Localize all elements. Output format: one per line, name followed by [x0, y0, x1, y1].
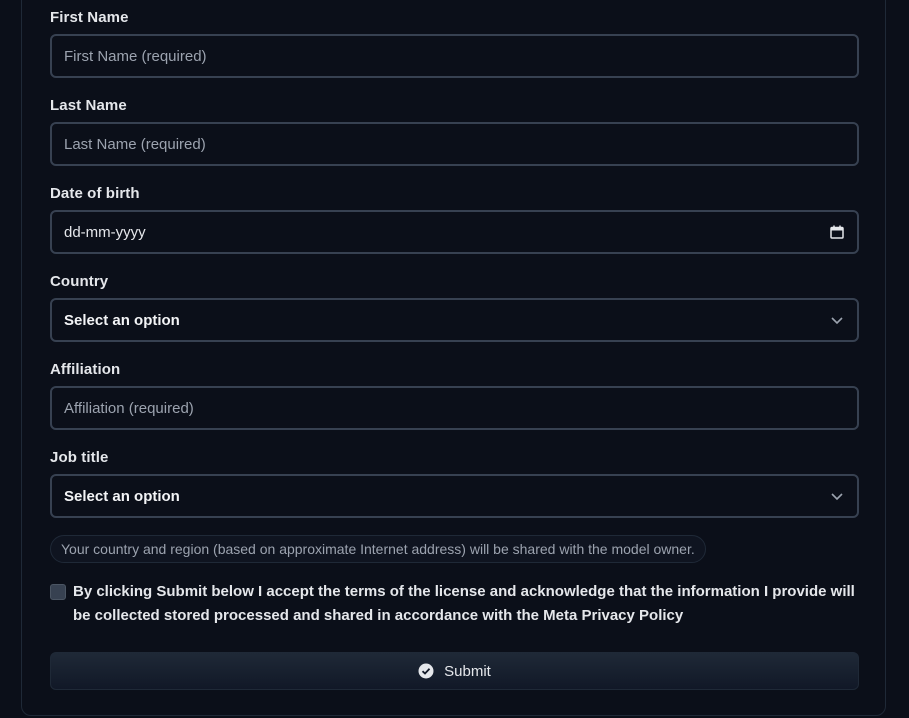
check-circle-icon — [418, 663, 434, 679]
location-sharing-note: Your country and region (based on approx… — [50, 535, 706, 563]
chevron-down-icon — [829, 312, 845, 328]
dob-label: Date of birth — [50, 185, 140, 202]
job-title-selected-value: Select an option — [64, 487, 180, 505]
consent-text: By clicking Submit below I accept the te… — [73, 583, 855, 624]
first-name-label: First Name — [50, 9, 129, 26]
first-name-input[interactable]: First Name (required) — [50, 34, 859, 78]
dob-value: dd-mm-yyyy — [64, 223, 146, 241]
job-title-select[interactable]: Select an option — [50, 474, 859, 518]
last-name-placeholder: Last Name (required) — [64, 135, 206, 153]
chevron-down-icon — [829, 488, 845, 504]
consent-row: By clicking Submit below I accept the te… — [50, 582, 859, 628]
country-selected-value: Select an option — [64, 311, 180, 329]
country-label: Country — [50, 273, 109, 290]
consent-checkbox[interactable] — [50, 584, 66, 600]
calendar-icon[interactable] — [829, 224, 845, 240]
dob-input[interactable]: dd-mm-yyyy — [50, 210, 859, 254]
affiliation-placeholder: Affiliation (required) — [64, 399, 194, 417]
submit-button[interactable]: Submit — [50, 652, 859, 690]
first-name-placeholder: First Name (required) — [64, 47, 207, 65]
affiliation-input[interactable]: Affiliation (required) — [50, 386, 859, 430]
submit-label: Submit — [444, 662, 491, 680]
last-name-label: Last Name — [50, 97, 127, 114]
affiliation-label: Affiliation — [50, 361, 121, 378]
job-title-label: Job title — [50, 449, 109, 466]
country-select[interactable]: Select an option — [50, 298, 859, 342]
last-name-input[interactable]: Last Name (required) — [50, 122, 859, 166]
